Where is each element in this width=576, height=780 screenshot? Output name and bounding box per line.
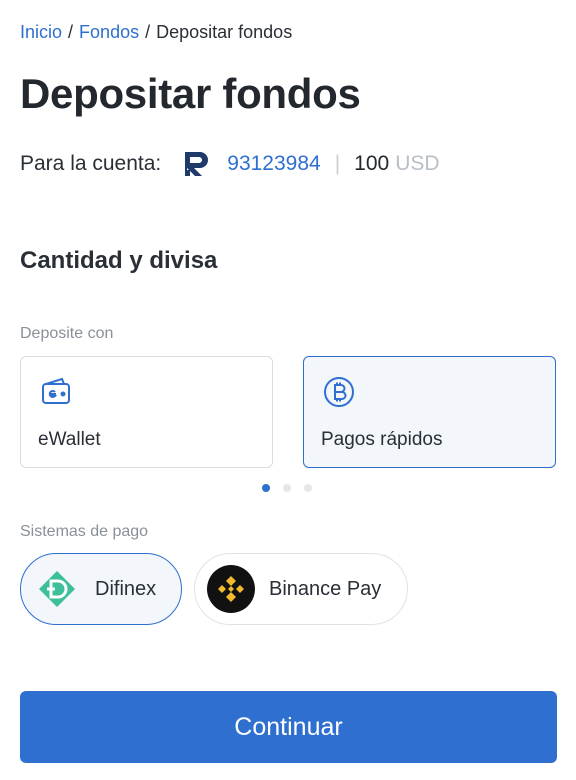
breadcrumb-link-fondos[interactable]: Fondos (79, 22, 139, 42)
continue-button[interactable]: Continuar (20, 691, 557, 763)
account-label: Para la cuenta: (20, 152, 162, 175)
breadcrumb-current: Depositar fondos (156, 22, 293, 42)
bitcoin-icon (323, 376, 355, 408)
account-number[interactable]: 93123984 (227, 152, 320, 176)
account-currency: USD (395, 152, 440, 175)
payment-systems-label: Sistemas de pago (20, 523, 149, 540)
carousel-pagination (262, 484, 312, 492)
payment-system-label: Binance Pay (269, 577, 382, 600)
difinex-logo-icon (33, 565, 81, 613)
payment-system-difinex[interactable]: Difinex (20, 553, 182, 625)
wallet-icon (40, 376, 72, 408)
breadcrumb: Inicio / Fondos / Depositar fondos (20, 22, 292, 43)
breadcrumb-link-inicio[interactable]: Inicio (20, 22, 62, 42)
account-info: Para la cuenta: 93123984 | 100 USD (20, 148, 440, 180)
deposit-with-label: Deposite con (20, 325, 114, 342)
payment-system-binance-pay[interactable]: Binance Pay (194, 553, 408, 625)
page-title: Depositar fondos (20, 70, 361, 117)
pagination-dot[interactable] (262, 484, 270, 492)
account-divider: | (334, 152, 341, 175)
method-card-fast-payments[interactable]: Pagos rápidos (303, 356, 556, 468)
method-card-ewallet[interactable]: eWallet (20, 356, 273, 468)
breadcrumb-separator: / (68, 22, 74, 42)
method-label: Pagos rápidos (321, 429, 443, 450)
account-balance: 100 (354, 152, 390, 175)
method-label: eWallet (38, 429, 101, 450)
breadcrumb-separator: / (145, 22, 151, 42)
payment-system-label: Difinex (95, 577, 157, 600)
pagination-dot[interactable] (304, 484, 312, 492)
roboforex-logo-icon (183, 150, 211, 178)
binance-logo-icon (207, 565, 255, 613)
pagination-dot[interactable] (283, 484, 291, 492)
section-title: Cantidad y divisa (20, 247, 218, 274)
